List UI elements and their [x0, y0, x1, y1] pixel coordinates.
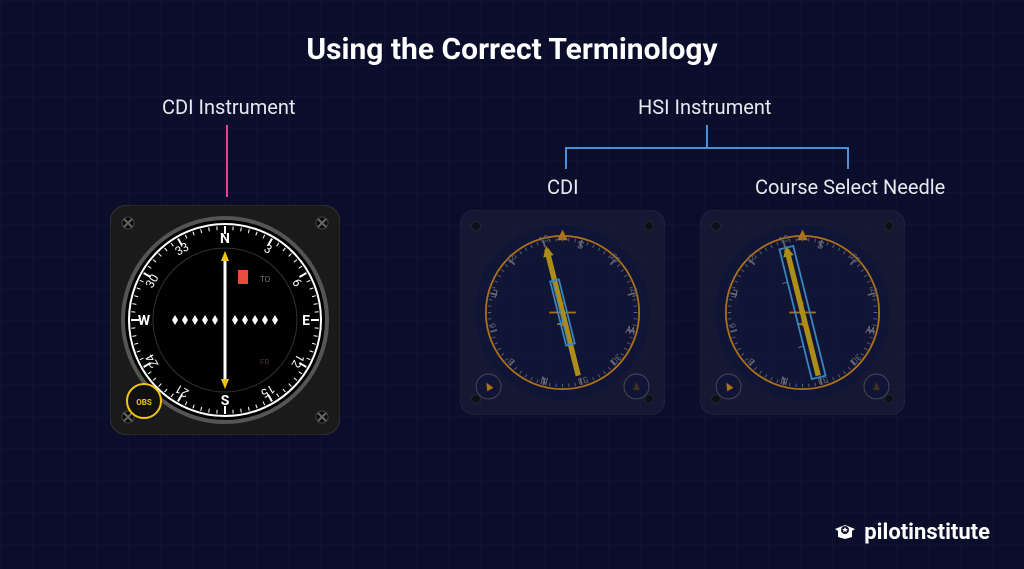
page-title: Using the Correct Terminology	[0, 32, 1024, 67]
cdi-pointer-line	[226, 125, 228, 197]
svg-text:W: W	[138, 313, 151, 329]
cdi-sublabel: CDI	[547, 175, 579, 199]
hsi-bracket-left	[565, 147, 567, 169]
svg-text:OBS: OBS	[136, 398, 152, 407]
svg-text:TO: TO	[260, 275, 271, 284]
hsi-instrument-label: HSI Instrument	[638, 95, 771, 119]
svg-text:FR: FR	[260, 358, 269, 367]
hsi-bracket-right	[847, 147, 849, 169]
hsi-bracket-stem	[706, 125, 708, 147]
course-select-label: Course Select Needle	[755, 175, 945, 199]
brand-text: pilotinstitute	[864, 520, 990, 545]
svg-text:E: E	[302, 313, 310, 329]
brand-logo: pilotinstitute	[832, 519, 990, 545]
hsi-cdi-instrument: N E S W 3 6 12 15 21 24 30 33	[460, 210, 665, 415]
cdi-instrument: N E S W 3 6 12 15 21 24 30 33 TO FR OBS	[110, 205, 340, 435]
hsi-bracket-horizontal	[565, 147, 849, 149]
hsi-course-select-instrument: N E S W 3 6 12 15 21 24 30 33	[700, 210, 905, 415]
svg-text:N: N	[220, 231, 230, 247]
cdi-instrument-label: CDI Instrument	[162, 95, 295, 119]
svg-text:S: S	[221, 393, 230, 409]
brand-badge-icon	[832, 519, 858, 545]
